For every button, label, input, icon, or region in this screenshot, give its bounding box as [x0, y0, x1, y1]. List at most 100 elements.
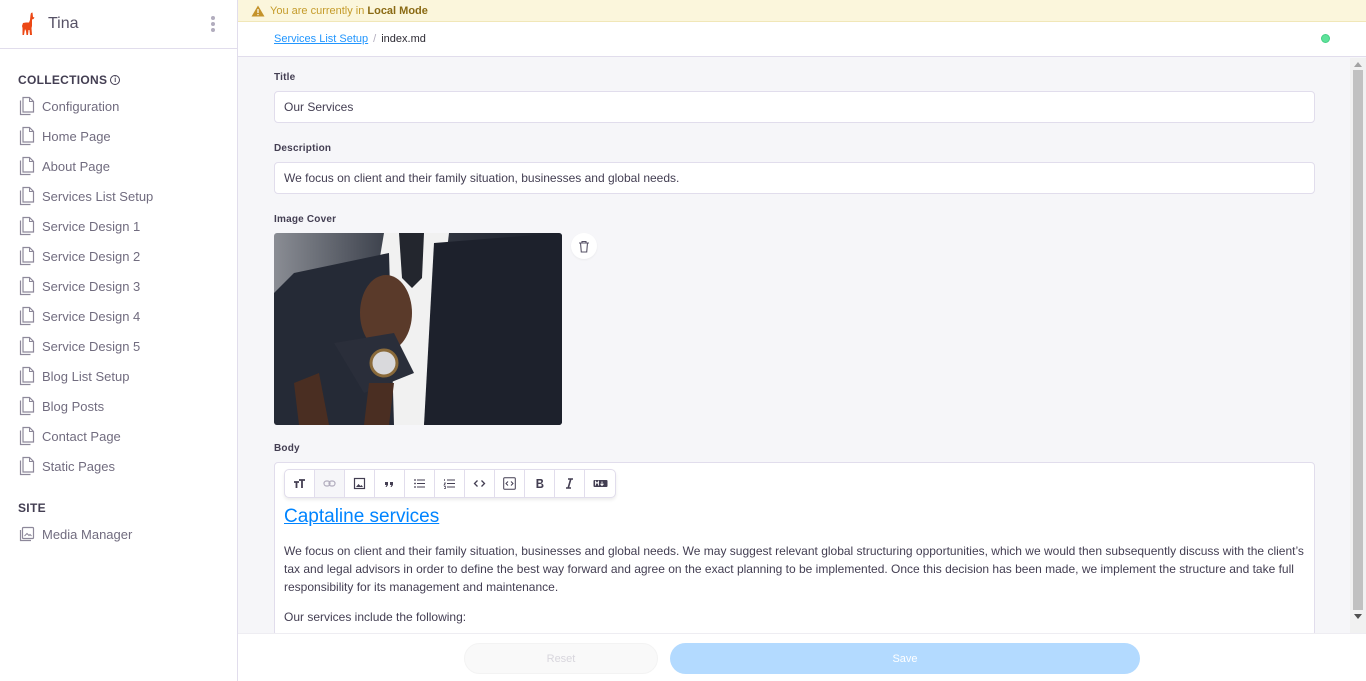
- cover-image[interactable]: [274, 233, 562, 425]
- document-icon: [19, 366, 35, 386]
- image-icon: [353, 477, 366, 490]
- sidebar-item-service-design-5[interactable]: Service Design 5: [0, 331, 237, 361]
- markdown-icon: [593, 480, 607, 487]
- collections-heading-label: COLLECTIONS: [18, 73, 108, 87]
- delete-image-button[interactable]: [571, 233, 597, 259]
- heading-button[interactable]: [285, 470, 315, 497]
- link-icon: [323, 480, 336, 487]
- document-icon: [19, 96, 35, 116]
- sidebar-item-service-design-2[interactable]: Service Design 2: [0, 241, 237, 271]
- italic-button[interactable]: [555, 470, 585, 497]
- vertical-scrollbar[interactable]: [1350, 58, 1366, 633]
- link-button[interactable]: [315, 470, 345, 497]
- sidebar: Tina COLLECTIONS i Configuration Home Pag…: [0, 0, 238, 681]
- document-icon: [19, 186, 35, 206]
- sidebar-item-label: Static Pages: [42, 458, 115, 474]
- description-input[interactable]: [274, 162, 1315, 194]
- sidebar-item-configuration[interactable]: Configuration: [0, 91, 237, 121]
- code-block-button[interactable]: [495, 470, 525, 497]
- ordered-list-icon: [443, 479, 455, 489]
- document-icon: [19, 456, 35, 476]
- breadcrumb-parent-link[interactable]: Services List Setup: [274, 33, 368, 45]
- info-icon[interactable]: i: [110, 75, 121, 85]
- markdown-button[interactable]: [585, 470, 615, 497]
- sidebar-item-service-design-4[interactable]: Service Design 4: [0, 301, 237, 331]
- document-icon: [19, 246, 35, 266]
- main-panel: You are currently in Local Mode Services…: [238, 0, 1366, 681]
- breadcrumb: Services List Setup / index.md: [238, 22, 1366, 57]
- document-icon: [19, 126, 35, 146]
- text-size-icon: [294, 479, 305, 488]
- sidebar-item-blog-list-setup[interactable]: Blog List Setup: [0, 361, 237, 391]
- sidebar-item-label: Services List Setup: [42, 188, 154, 204]
- image-button[interactable]: [345, 470, 375, 497]
- body-paragraph: Our services include the following:: [284, 610, 467, 624]
- banner-text: You are currently in: [270, 4, 365, 17]
- sidebar-item-label: Media Manager: [42, 526, 133, 542]
- status-indicator: [1321, 34, 1330, 43]
- quote-button[interactable]: [375, 470, 405, 497]
- tina-llama-logo-icon: [22, 12, 35, 35]
- document-icon: [19, 426, 35, 446]
- sidebar-item-service-design-1[interactable]: Service Design 1: [0, 211, 237, 241]
- image-gallery-icon: [19, 526, 35, 542]
- sidebar-item-label: Blog List Setup: [42, 368, 130, 384]
- code-block-icon: [503, 477, 516, 490]
- local-mode-banner: You are currently in Local Mode: [238, 0, 1366, 22]
- sidebar-item-media-manager[interactable]: Media Manager: [0, 519, 237, 549]
- sidebar-item-home-page[interactable]: Home Page: [0, 121, 237, 151]
- body-editor[interactable]: Captaline services We focus on client an…: [274, 462, 1315, 633]
- sidebar-item-label: Service Design 1: [42, 218, 141, 234]
- site-heading-label: SITE: [18, 501, 46, 515]
- document-icon: [19, 306, 35, 326]
- site-heading: SITE: [0, 501, 237, 515]
- sidebar-item-static-pages[interactable]: Static Pages: [0, 451, 237, 481]
- sidebar-item-label: Service Design 2: [42, 248, 141, 264]
- cover-image-graphic: [274, 233, 562, 425]
- document-icon: [19, 156, 35, 176]
- code-button[interactable]: [465, 470, 495, 497]
- bullet-list-button[interactable]: [405, 470, 435, 497]
- document-icon: [19, 336, 35, 356]
- sidebar-header: Tina: [0, 0, 237, 49]
- collections-heading: COLLECTIONS i: [0, 73, 237, 87]
- bullet-list-icon: [414, 479, 425, 488]
- sidebar-item-blog-posts[interactable]: Blog Posts: [0, 391, 237, 421]
- sidebar-item-label: Home Page: [42, 128, 111, 144]
- title-input[interactable]: [274, 91, 1315, 123]
- breadcrumb-current: index.md: [381, 33, 426, 45]
- body-paragraph: We focus on client and their family situ…: [284, 544, 1304, 594]
- scrollbar-thumb[interactable]: [1353, 70, 1363, 610]
- document-icon: [19, 396, 35, 416]
- ordered-list-button[interactable]: [435, 470, 465, 497]
- sidebar-item-label: About Page: [42, 158, 110, 174]
- sidebar-item-service-design-3[interactable]: Service Design 3: [0, 271, 237, 301]
- italic-icon: [566, 478, 573, 489]
- sidebar-item-about-page[interactable]: About Page: [0, 151, 237, 181]
- scroll-down-arrow[interactable]: [1350, 610, 1366, 622]
- body-heading-link[interactable]: Captaline services: [284, 506, 1305, 528]
- sidebar-item-contact-page[interactable]: Contact Page: [0, 421, 237, 451]
- scroll-up-arrow[interactable]: [1350, 58, 1366, 70]
- code-icon: [473, 480, 486, 487]
- save-button[interactable]: Save: [670, 643, 1140, 674]
- sidebar-item-services-list-setup[interactable]: Services List Setup: [0, 181, 237, 211]
- document-icon: [19, 276, 35, 296]
- image-cover-field: [274, 233, 1314, 425]
- sidebar-item-label: Blog Posts: [42, 398, 105, 414]
- reset-button[interactable]: Reset: [464, 643, 658, 674]
- warning-icon: [251, 5, 265, 16]
- app-title: Tina: [48, 15, 79, 32]
- trash-icon: [579, 240, 589, 253]
- more-options-icon[interactable]: [211, 16, 215, 32]
- title-label: Title: [274, 72, 296, 83]
- document-icon: [19, 216, 35, 236]
- bold-icon: [536, 479, 544, 488]
- bold-button[interactable]: [525, 470, 555, 497]
- sidebar-item-label: Contact Page: [42, 428, 121, 444]
- editor-toolbar: [284, 469, 616, 498]
- sidebar-item-label: Service Design 4: [42, 308, 141, 324]
- breadcrumb-separator: /: [373, 33, 377, 45]
- collections-list: Configuration Home Page About Page Services…: [0, 91, 237, 481]
- description-label: Description: [274, 143, 332, 154]
